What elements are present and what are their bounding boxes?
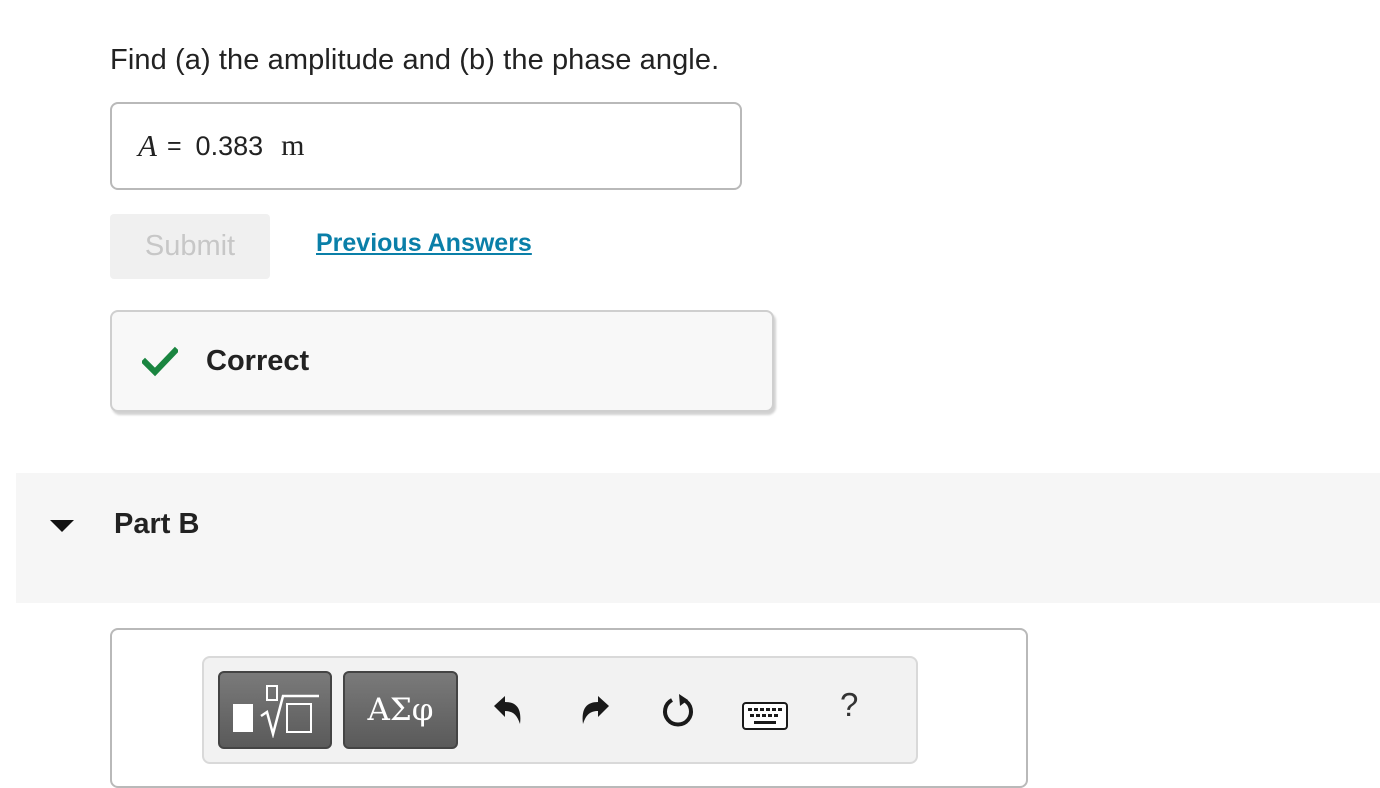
question-text: Find (a) the amplitude and (b) the phase… (110, 44, 720, 76)
feedback-box: Correct (110, 310, 774, 412)
check-icon (142, 346, 178, 377)
templates-button[interactable] (218, 671, 332, 749)
answer-variable: A (138, 128, 157, 163)
submit-button[interactable]: Submit (110, 214, 270, 279)
part-b-title: Part B (114, 508, 200, 540)
answer-value: 0.383 (195, 130, 264, 161)
answer-field[interactable]: A = 0.383 m (110, 102, 742, 190)
answer-equals: = (166, 131, 182, 160)
symbols-button[interactable]: ΑΣφ (343, 671, 458, 749)
part-b-header[interactable]: Part B (16, 473, 1380, 603)
feedback-status: Correct (206, 344, 310, 377)
help-button[interactable]: ? (840, 686, 858, 724)
previous-answers-link[interactable]: Previous Answers (316, 229, 532, 258)
templates-icon (233, 685, 319, 738)
answer-unit: m (281, 129, 305, 162)
caret-down-icon[interactable] (49, 519, 75, 533)
undo-icon[interactable] (490, 692, 526, 728)
reset-icon[interactable] (660, 692, 696, 728)
answer-editor[interactable]: ΑΣφ ? (110, 628, 1028, 788)
keyboard-icon[interactable] (742, 698, 788, 734)
redo-icon[interactable] (577, 692, 613, 728)
math-toolbar: ΑΣφ ? (202, 656, 918, 764)
